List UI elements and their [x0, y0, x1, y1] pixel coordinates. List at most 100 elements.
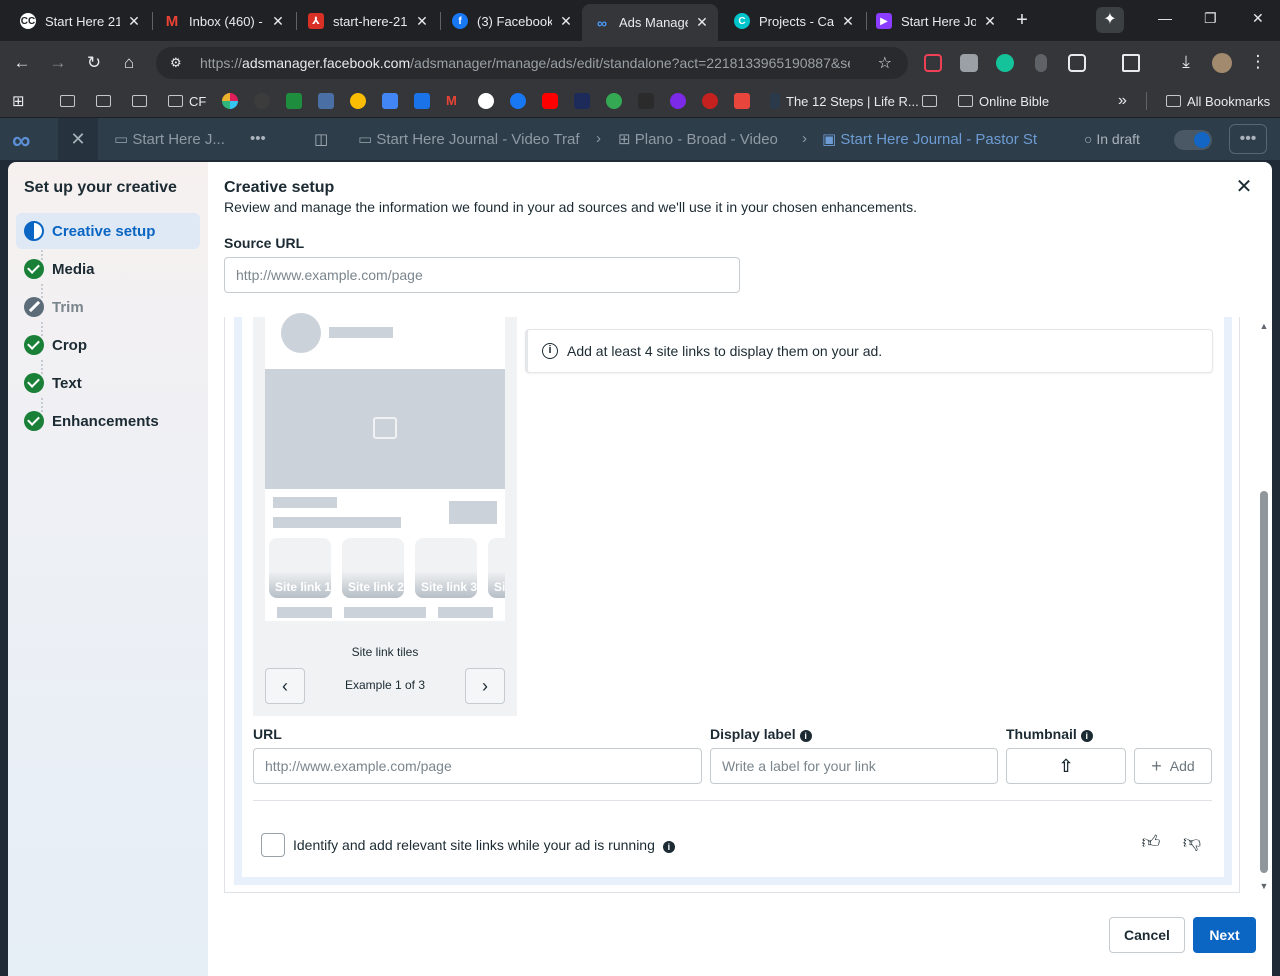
info-icon[interactable]: i — [662, 841, 675, 853]
previous-example-button[interactable]: ‹ — [265, 668, 305, 704]
sidebar-toggle-icon[interactable]: ◫ — [314, 130, 328, 148]
step-creative-setup[interactable]: Creative setup — [16, 213, 200, 249]
bookmark-item[interactable] — [286, 92, 302, 110]
auto-site-links-checkbox[interactable] — [261, 833, 285, 857]
close-icon[interactable]: ✕ — [414, 13, 430, 30]
campaign-tab[interactable]: ▭ Start Here J... — [114, 130, 244, 148]
bookmark-item[interactable] — [574, 92, 590, 110]
close-icon[interactable]: ✕ — [270, 13, 286, 30]
apps-grid-icon[interactable]: ⊞ — [12, 92, 25, 110]
gemini-icon[interactable]: ✦ — [1096, 7, 1124, 33]
reload-icon[interactable]: ↻ — [84, 53, 104, 73]
display-label-input[interactable] — [710, 748, 998, 784]
bookmark-item[interactable]: M — [446, 92, 462, 110]
headphones-icon — [702, 93, 718, 109]
bookmark-slack[interactable] — [222, 92, 238, 110]
thumbs-down-icon[interactable]: 👎︎ — [1181, 831, 1203, 853]
browser-tab[interactable]: ⅄ start-here-21 ✕ — [296, 6, 438, 36]
browser-tab[interactable]: f (3) Facebook ✕ — [440, 6, 582, 36]
more-options-icon[interactable]: ••• — [1229, 124, 1267, 154]
next-example-button[interactable]: › — [465, 668, 505, 704]
menu-kebab-icon[interactable]: ⋮ — [1248, 52, 1268, 72]
step-trim[interactable]: Trim — [16, 289, 200, 325]
close-icon[interactable]: ✕ — [694, 14, 710, 31]
close-icon[interactable]: ✕ — [1232, 176, 1256, 200]
add-site-link-button[interactable]: + Add — [1134, 748, 1212, 784]
bookmark-star-icon[interactable]: ☆ — [878, 53, 892, 73]
extension-icon[interactable] — [960, 54, 978, 72]
tab-search-icon[interactable] — [1122, 54, 1140, 72]
bookmark-folder[interactable] — [922, 92, 943, 110]
scrollbar[interactable]: ▲ ▼ — [1256, 317, 1272, 893]
breadcrumb-ad[interactable]: ▣ Start Here Journal - Pastor St — [822, 130, 1048, 148]
url-text[interactable]: https://adsmanager.facebook.com/adsmanag… — [200, 55, 850, 71]
step-media[interactable]: Media — [16, 251, 200, 287]
bookmark-item[interactable] — [638, 92, 654, 110]
site-link-url-input[interactable] — [253, 748, 702, 784]
close-icon[interactable]: ✕ — [126, 13, 142, 30]
scroll-up-icon[interactable]: ▲ — [1258, 321, 1270, 331]
microphone-icon[interactable] — [1035, 54, 1047, 72]
bookmark-online-bible[interactable]: Online Bible — [958, 92, 1049, 110]
bookmark-folder-cf[interactable]: CF — [168, 92, 206, 110]
upload-thumbnail-button[interactable]: ⇧ — [1006, 748, 1126, 784]
site-info-icon[interactable]: ⚙ — [170, 55, 186, 71]
bookmark-item[interactable] — [318, 92, 334, 110]
bookmark-item[interactable] — [542, 92, 558, 110]
bookmark-folder[interactable] — [96, 92, 117, 110]
bookmark-item[interactable] — [702, 92, 718, 110]
info-icon[interactable]: i — [799, 730, 812, 742]
step-text[interactable]: Text — [16, 365, 200, 401]
window-close-icon[interactable]: ✕ — [1252, 10, 1264, 27]
source-url-input[interactable] — [224, 257, 740, 293]
bookmark-item[interactable] — [606, 92, 622, 110]
cancel-button[interactable]: Cancel — [1109, 917, 1185, 953]
minimize-icon[interactable]: — — [1158, 10, 1172, 26]
more-icon[interactable]: ••• — [250, 130, 266, 147]
avatar[interactable] — [1212, 53, 1232, 73]
bookmark-item[interactable] — [350, 92, 366, 110]
restore-icon[interactable]: ❐ — [1204, 10, 1217, 27]
home-icon[interactable]: ⌂ — [119, 53, 139, 73]
browser-tab[interactable]: CC Start Here 21 ✕ — [8, 6, 150, 36]
scroll-down-icon[interactable]: ▼ — [1258, 881, 1270, 891]
step-crop[interactable]: Crop — [16, 327, 200, 363]
thumbs-up-icon[interactable]: 👍︎ — [1140, 831, 1162, 853]
step-enhancements[interactable]: Enhancements — [16, 403, 200, 439]
bookmark-item[interactable] — [510, 92, 526, 110]
info-icon[interactable]: i — [1080, 730, 1093, 742]
bookmark-item[interactable] — [414, 92, 430, 110]
breadcrumb-adset[interactable]: ⊞ Plano - Broad - Video — [618, 130, 796, 148]
forward-icon[interactable]: → — [48, 53, 68, 73]
new-tab-button[interactable]: + — [1012, 10, 1032, 30]
breadcrumb-campaign[interactable]: ▭ Start Here Journal - Video Traf — [358, 130, 586, 148]
close-editor-icon[interactable]: ✕ — [58, 118, 98, 160]
browser-tab[interactable]: ▶ Start Here Jou ✕ — [864, 6, 1006, 36]
next-button[interactable]: Next — [1193, 917, 1256, 953]
browser-tab-active[interactable]: ∞ Ads Manager ✕ — [582, 4, 718, 41]
bookmark-item[interactable] — [734, 92, 750, 110]
grammarly-icon[interactable] — [996, 54, 1014, 72]
omnibox[interactable]: ⚙ https://adsmanager.facebook.com/adsman… — [156, 47, 908, 79]
bookmark-folder[interactable] — [132, 92, 153, 110]
bookmark-item[interactable] — [670, 92, 686, 110]
download-icon[interactable]: ⤓ — [1176, 52, 1196, 72]
browser-tab[interactable]: M Inbox (460) - ✕ — [152, 6, 294, 36]
close-icon[interactable]: ✕ — [982, 13, 998, 30]
close-icon[interactable]: ✕ — [558, 13, 574, 30]
more-bookmarks-icon[interactable]: » — [1118, 92, 1127, 110]
bookmark-item[interactable] — [478, 92, 494, 110]
bookmark-folder[interactable] — [60, 92, 81, 110]
extensions-puzzle-icon[interactable] — [1068, 54, 1086, 72]
bookmark-item[interactable] — [382, 92, 398, 110]
display-label-label: Display label i — [710, 726, 812, 742]
close-icon[interactable]: ✕ — [840, 13, 856, 30]
ad-toggle[interactable] — [1174, 130, 1212, 150]
bookmark-item[interactable] — [254, 92, 270, 110]
scrollbar-thumb[interactable] — [1260, 491, 1268, 873]
pocket-icon[interactable] — [924, 54, 942, 72]
browser-tab[interactable]: C Projects - Can ✕ — [722, 6, 864, 36]
all-bookmarks[interactable]: All Bookmarks — [1166, 92, 1270, 110]
back-icon[interactable]: ← — [12, 53, 32, 73]
bookmark-12-steps[interactable]: The 12 Steps | Life R... — [770, 92, 919, 110]
